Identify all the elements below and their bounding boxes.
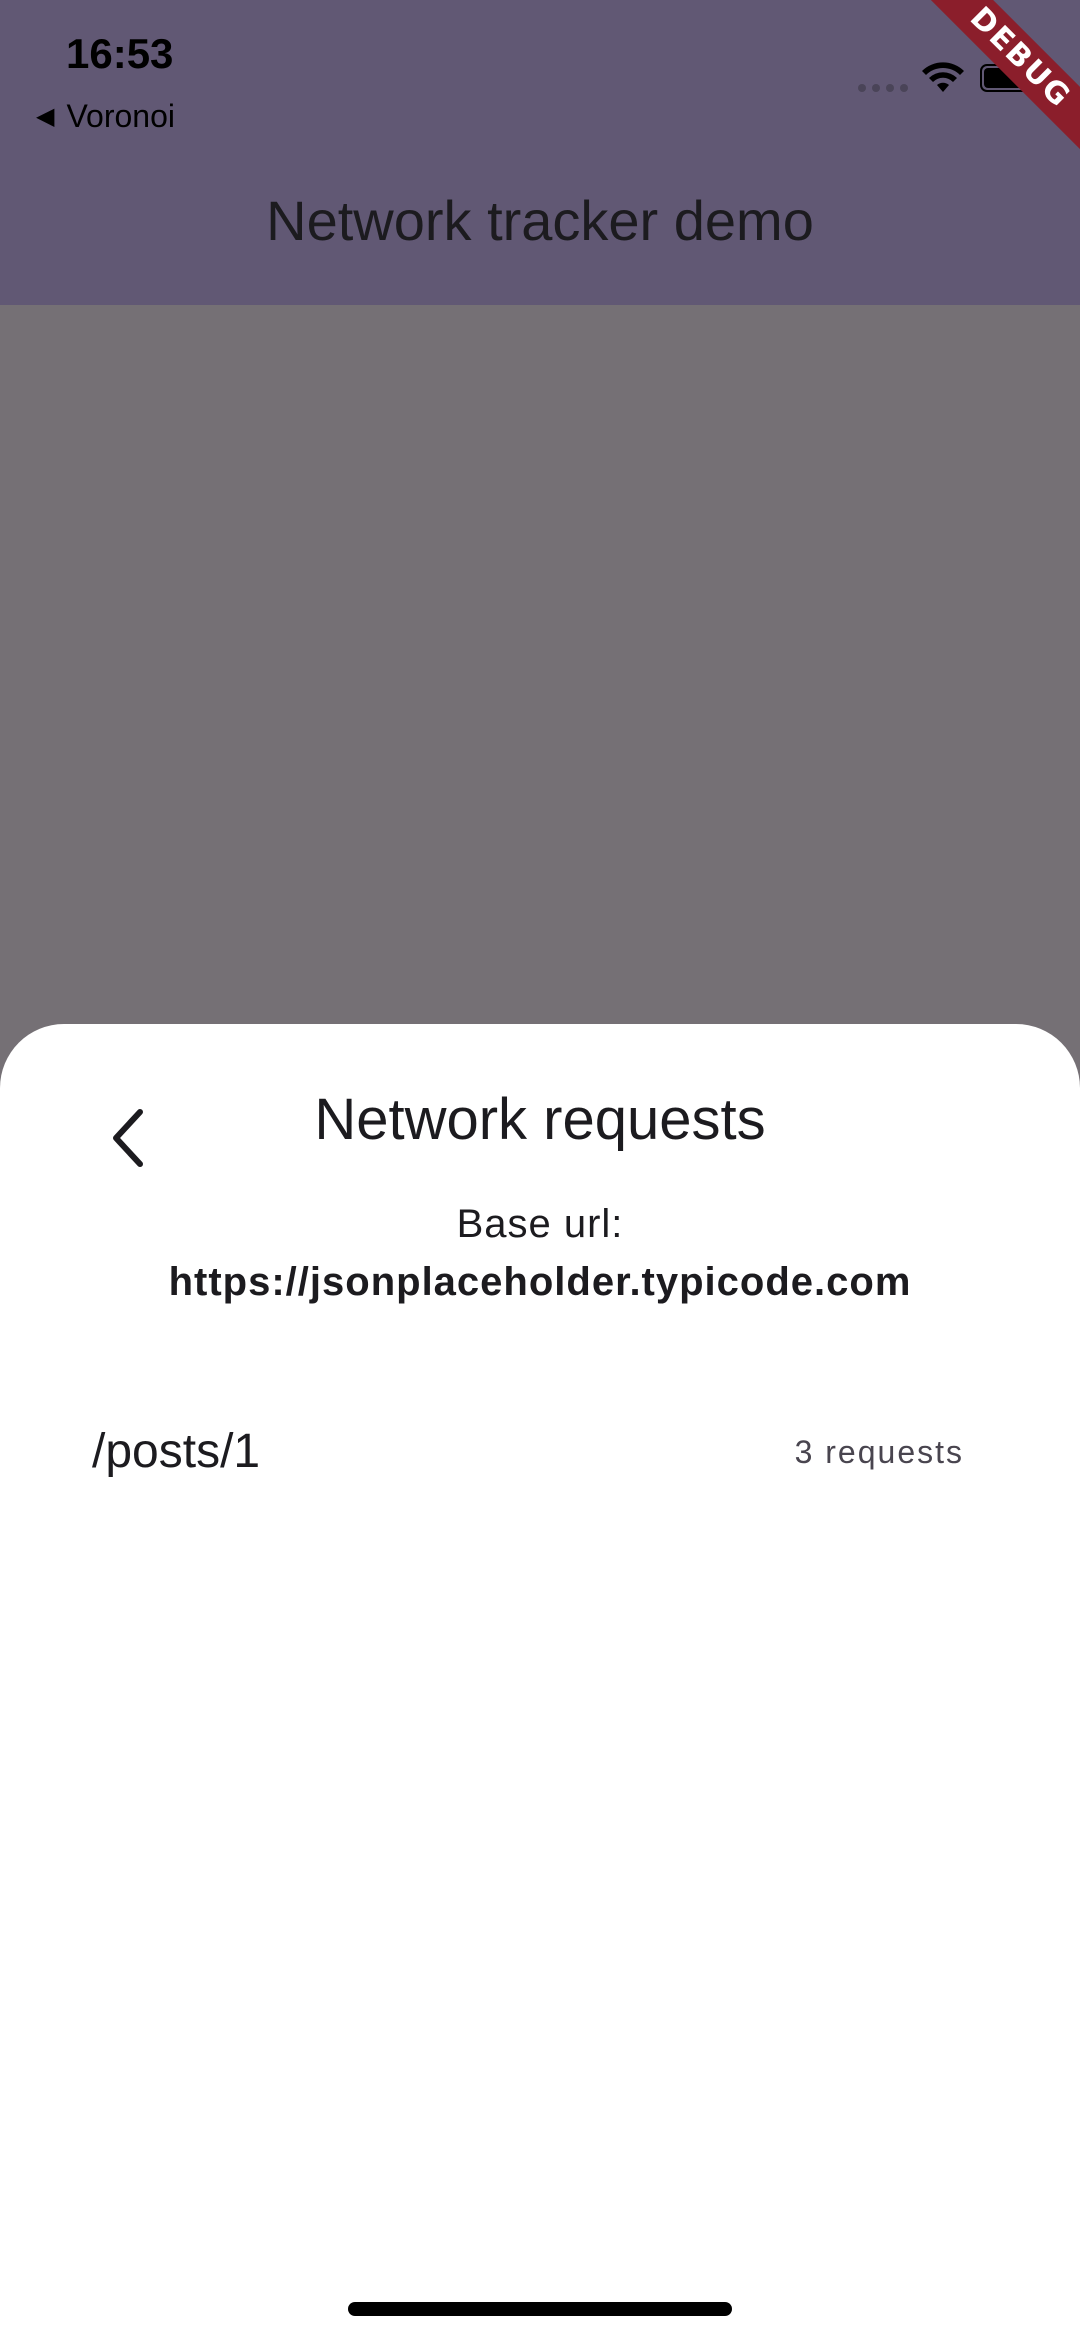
status-back-label: Voronoi	[66, 98, 175, 134]
cellular-signal-icon	[858, 84, 908, 92]
status-time: 16:53	[66, 30, 174, 77]
wifi-icon	[922, 62, 964, 92]
endpoint-path: /posts/1	[92, 1425, 261, 1478]
base-url-value: https://jsonplaceholder.typicode.com	[168, 1260, 912, 1304]
back-triangle-icon: ◀	[36, 103, 55, 130]
status-back-link[interactable]: ◀ Voronoi	[36, 98, 175, 135]
endpoint-list-item[interactable]: /posts/1 3 requests	[0, 1404, 1080, 1496]
base-url-label: Base url:	[456, 1202, 624, 1246]
app-title: Network tracker demo	[266, 189, 814, 252]
bottom-sheet: Network requests Base url: https://jsonp…	[0, 1024, 1080, 2340]
sheet-title: Network requests	[314, 1087, 766, 1152]
battery-icon	[980, 64, 1039, 92]
home-indicator[interactable]	[348, 2302, 732, 2316]
endpoint-request-count: 3 requests	[794, 1434, 964, 1470]
